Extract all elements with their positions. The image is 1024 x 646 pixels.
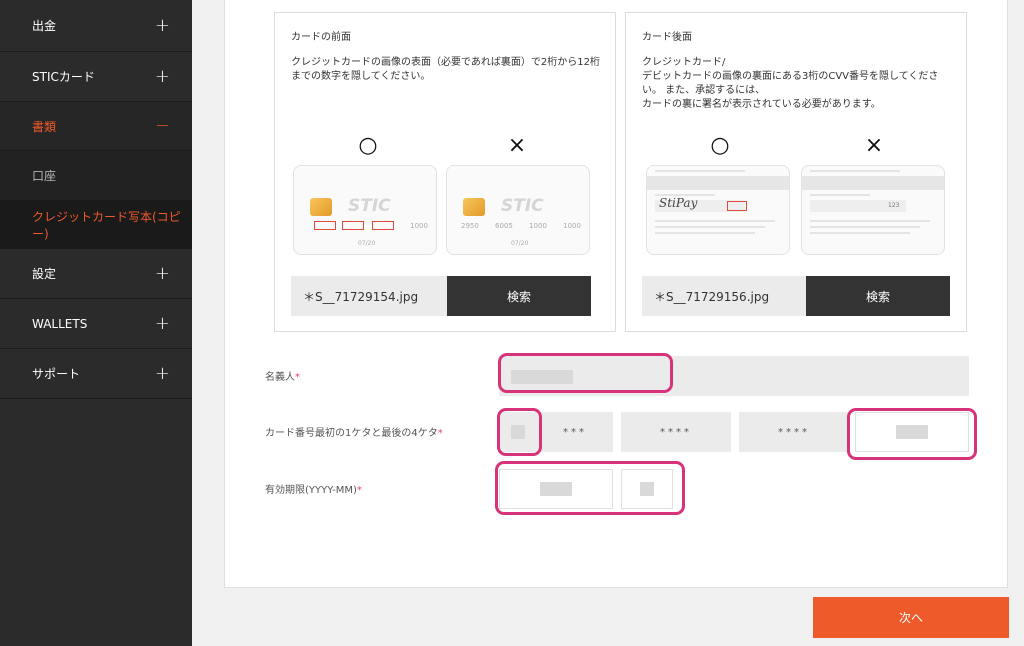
sidebar-item-stic-card[interactable]: STICカード + xyxy=(0,52,192,102)
card-first-digit-input[interactable] xyxy=(499,412,537,452)
cardholder-name-input[interactable] xyxy=(499,356,969,396)
ok-mark-icon: ○ xyxy=(710,133,730,158)
blurred-digits xyxy=(896,425,928,439)
sidebar-item-label: 出金 xyxy=(32,19,57,33)
front-search-button[interactable]: 検索 xyxy=(447,276,591,316)
back-file-row: ＊S__71729156.jpg 検索 xyxy=(642,276,950,316)
card-number-label: カード番号最初の1ケタと最後の4ケタ* xyxy=(265,428,443,439)
cvv-mask-box xyxy=(727,201,747,211)
chip-icon xyxy=(463,198,485,216)
sidebar-subitem-label: クレジットカード写本(コピー) xyxy=(32,209,181,241)
card-number-row: 1000 xyxy=(410,222,428,230)
card-front-description: クレジットカードの画像の表面（必要であれば裏面）で2桁から12桁までの数字を隠し… xyxy=(291,57,600,82)
card-back-title: カード後面 xyxy=(642,32,692,43)
required-mark: * xyxy=(356,485,362,496)
front-file-name: ＊S__71729154.jpg xyxy=(291,276,447,316)
expiry-label: 有効期限(YYYY-MM)* xyxy=(265,485,362,496)
minus-icon: − xyxy=(154,115,170,136)
card-back-ng-image: 123 xyxy=(801,165,945,255)
plus-icon: + xyxy=(154,362,170,384)
plus-icon: + xyxy=(154,65,170,87)
ng-mark-icon: × xyxy=(864,133,884,158)
card-brand-logo: STIC xyxy=(501,196,544,216)
front-file-row: ＊S__71729154.jpg 検索 xyxy=(291,276,591,316)
sidebar-subitem-account[interactable]: 口座 xyxy=(0,151,192,200)
plus-icon: + xyxy=(154,14,170,36)
blurred-month xyxy=(640,482,654,496)
sidebar-item-label: 設定 xyxy=(32,267,57,281)
back-file-name: ＊S__71729156.jpg xyxy=(642,276,806,316)
card-brand-logo: STIC xyxy=(348,196,391,216)
blurred-digit xyxy=(511,425,525,439)
ng-mark-icon: × xyxy=(507,133,527,158)
blurred-name xyxy=(511,370,573,384)
expiry-year-input[interactable] xyxy=(499,469,613,509)
signature: StiPay xyxy=(659,196,698,210)
expiry-month-input[interactable] xyxy=(621,469,673,509)
sidebar-subitem-label: 口座 xyxy=(32,169,57,183)
card-front-box: カードの前面 クレジットカードの画像の表面（必要であれば裏面）で2桁から12桁ま… xyxy=(274,12,616,332)
ok-mark-icon: ○ xyxy=(358,133,378,158)
required-mark: * xyxy=(295,372,300,383)
card-front-title: カードの前面 xyxy=(291,32,351,43)
card-back-box: カード後面 クレジットカード/ デビットカードの画像の裏面にある3桁のCVV番号… xyxy=(625,12,967,332)
sidebar-item-wallets[interactable]: WALLETS + xyxy=(0,299,192,349)
card-expiry: 07/20 xyxy=(358,240,376,247)
card-front-ok-image: STIC 1000 07/20 xyxy=(293,165,437,255)
card-back-description: クレジットカード/ デビットカードの画像の裏面にある3桁のCVV番号を隠してくだ… xyxy=(642,57,939,110)
card-last-digits-input[interactable] xyxy=(855,412,969,452)
sidebar-item-label: STICカード xyxy=(32,70,95,84)
magnetic-strip xyxy=(802,176,944,190)
sidebar-item-documents[interactable]: 書類 − xyxy=(0,102,192,151)
back-search-button[interactable]: 検索 xyxy=(806,276,950,316)
sidebar: 出金 + STICカード + 書類 − 口座 クレジットカード写本(コピー) 設… xyxy=(0,0,192,646)
sidebar-item-withdraw[interactable]: 出金 + xyxy=(0,0,192,52)
card-mask-field-1: *** xyxy=(537,412,613,452)
card-front-ng-image: STIC 2950 6005 1000 1000 07/20 xyxy=(446,165,590,255)
card-mask-field-3: **** xyxy=(739,412,849,452)
name-label: 名義人* xyxy=(265,372,300,383)
magnetic-strip xyxy=(647,176,789,190)
required-mark: * xyxy=(437,428,443,439)
sidebar-item-label: サポート xyxy=(32,367,81,381)
card-mask-field-2: **** xyxy=(621,412,731,452)
sidebar-item-support[interactable]: サポート + xyxy=(0,349,192,399)
plus-icon: + xyxy=(154,312,170,334)
main-panel: カードの前面 クレジットカードの画像の表面（必要であれば裏面）で2桁から12桁ま… xyxy=(224,0,1008,588)
blurred-year xyxy=(540,482,572,496)
cvv-number: 123 xyxy=(888,202,900,209)
sidebar-item-label: 書類 xyxy=(32,119,57,134)
card-expiry: 07/20 xyxy=(511,240,529,247)
sidebar-subitem-credit-card-copy[interactable]: クレジットカード写本(コピー) xyxy=(0,200,192,249)
sidebar-item-label: WALLETS xyxy=(32,316,88,331)
plus-icon: + xyxy=(154,262,170,284)
card-back-ok-image: StiPay xyxy=(646,165,790,255)
sidebar-item-settings[interactable]: 設定 + xyxy=(0,249,192,299)
chip-icon xyxy=(310,198,332,216)
next-button[interactable]: 次へ xyxy=(813,597,1009,638)
card-number-row: 2950 6005 1000 1000 xyxy=(461,222,581,230)
